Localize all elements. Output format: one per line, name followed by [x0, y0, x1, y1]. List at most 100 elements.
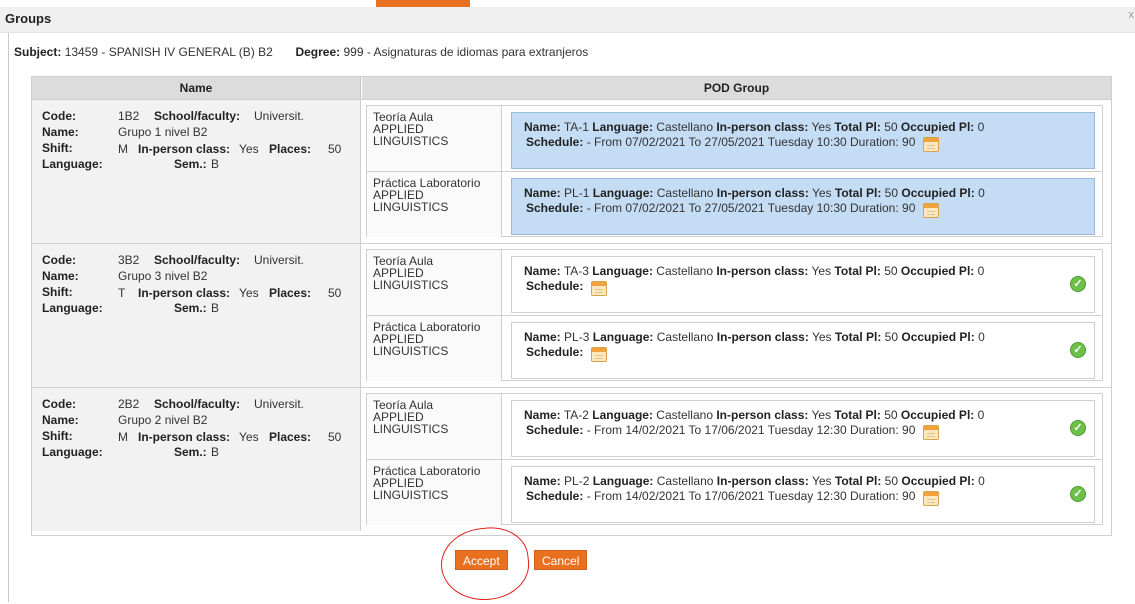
pod-row: Práctica Laboratorio APPLIED LINGUISTICS…: [367, 315, 1102, 381]
pod-group-option[interactable]: Name: PL-1 Language: Castellano In-perso…: [511, 178, 1095, 235]
pod-group-option[interactable]: Name: TA-3 Language: Castellano In-perso…: [511, 256, 1095, 313]
group-places: 50: [328, 142, 342, 156]
check-circle-icon[interactable]: ✓: [1070, 420, 1086, 436]
pod-total: 50: [884, 474, 899, 488]
pod-inperson: Yes: [811, 264, 832, 278]
group-row: Code: 1B2 School/faculty: Universit. Nam…: [32, 99, 1111, 243]
name-label: Name:: [42, 125, 79, 139]
pod-occupied: 0: [978, 474, 985, 488]
pod-info-line: Name: PL-2 Language: Castellano In-perso…: [524, 474, 985, 488]
pod-occupied-label: Occupied Pl:: [900, 120, 975, 134]
sem-label: Sem.:: [174, 301, 207, 315]
shift-label: Shift:: [42, 285, 73, 299]
inperson-label: In-person class:: [138, 142, 231, 156]
pod-type-cell: Teoría Aula APPLIED LINGUISTICS: [367, 394, 502, 459]
pod-info-line: Name: PL-1 Language: Castellano In-perso…: [524, 186, 985, 200]
pod-language-label: Language:: [592, 264, 653, 278]
pod-occupied-label: Occupied Pl:: [901, 186, 975, 200]
pod-group-option[interactable]: Name: TA-1 Language: Castellano In-perso…: [511, 112, 1095, 169]
inperson-label: In-person class:: [138, 430, 231, 444]
group-shift: T: [118, 286, 126, 300]
group-name: Grupo 2 nivel B2: [118, 413, 208, 427]
pod-row: Teoría Aula APPLIED LINGUISTICS Name: TA…: [367, 394, 1102, 459]
pod-inperson-label: In-person class:: [716, 330, 809, 344]
pod-total-label: Total Pl:: [834, 186, 882, 200]
pod-occupied-label: Occupied Pl:: [900, 408, 975, 422]
pod-inperson-label: In-person class:: [716, 408, 809, 422]
group-inperson: Yes: [239, 142, 259, 156]
pod-group-frame: Teoría Aula APPLIED LINGUISTICS Name: TA…: [366, 105, 1103, 237]
pod-row: Práctica Laboratorio APPLIED LINGUISTICS…: [367, 171, 1102, 237]
top-orange-tab[interactable]: [376, 0, 470, 7]
pod-type-dept-2: LINGUISTICS: [373, 488, 449, 502]
group-info-cell: Code: 2B2 School/faculty: Universit. Nam…: [32, 388, 361, 531]
pod-total: 50: [884, 330, 899, 344]
pod-type-cell: Teoría Aula APPLIED LINGUISTICS: [367, 250, 502, 315]
pod-name-label: Name:: [524, 186, 561, 200]
calendar-icon[interactable]: [922, 491, 939, 506]
pod-group-option[interactable]: Name: PL-2 Language: Castellano In-perso…: [511, 466, 1095, 523]
pod-group-cell: Teoría Aula APPLIED LINGUISTICS Name: TA…: [362, 388, 1111, 531]
group-code: 2B2: [118, 397, 140, 411]
column-header-pod-group: POD Group: [362, 77, 1111, 99]
check-circle-icon[interactable]: ✓: [1070, 342, 1086, 358]
pod-total-label: Total Pl:: [834, 408, 881, 422]
group-school: Universit.: [254, 397, 305, 411]
pod-total-label: Total Pl:: [834, 264, 881, 278]
pod-inperson: Yes: [811, 120, 832, 134]
pod-language: Castellano: [656, 186, 714, 200]
pod-inperson: Yes: [811, 330, 832, 344]
pod-schedule-line: Schedule:: [526, 345, 607, 362]
code-label: Code:: [42, 397, 76, 411]
group-school: Universit.: [254, 109, 305, 123]
pod-schedule: - From 07/02/2021 To 27/05/2021 Tuesday …: [586, 201, 916, 215]
pod-occupied: 0: [978, 330, 985, 344]
pod-info-line: Name: PL-3 Language: Castellano In-perso…: [524, 330, 985, 344]
calendar-icon[interactable]: [922, 203, 939, 218]
pod-language-label: Language:: [592, 186, 654, 200]
pod-row: Práctica Laboratorio APPLIED LINGUISTICS…: [367, 459, 1102, 525]
pod-language-label: Language:: [592, 330, 654, 344]
calendar-icon[interactable]: [922, 137, 939, 152]
places-label: Places:: [269, 286, 312, 300]
sem-label: Sem.:: [174, 157, 207, 171]
dialog-title: Groups: [5, 11, 52, 26]
close-icon[interactable]: x: [1129, 9, 1135, 21]
group-places: 50: [328, 286, 342, 300]
group-info-cell: Code: 1B2 School/faculty: Universit. Nam…: [32, 100, 361, 243]
places-label: Places:: [269, 430, 312, 444]
pod-total: 50: [884, 264, 898, 278]
school-label: School/faculty:: [154, 253, 241, 267]
inperson-label: In-person class:: [138, 286, 231, 300]
pod-total: 50: [884, 408, 898, 422]
name-label: Name:: [42, 269, 79, 283]
calendar-icon[interactable]: [590, 347, 607, 362]
cancel-button[interactable]: Cancel: [534, 550, 588, 570]
pod-occupied: 0: [977, 408, 985, 422]
pod-name: PL-3: [564, 330, 590, 344]
check-circle-icon[interactable]: ✓: [1070, 486, 1086, 502]
pod-name-label: Name:: [524, 264, 561, 278]
pod-row: Teoría Aula APPLIED LINGUISTICS Name: TA…: [367, 106, 1102, 171]
check-circle-icon[interactable]: ✓: [1070, 276, 1086, 292]
school-label: School/faculty:: [154, 397, 241, 411]
school-label: School/faculty:: [154, 109, 241, 123]
pod-group-option[interactable]: Name: PL-3 Language: Castellano In-perso…: [511, 322, 1095, 379]
pod-name: PL-1: [564, 186, 590, 200]
pod-info-line: Name: TA-2 Language: Castellano In-perso…: [524, 408, 984, 422]
calendar-icon[interactable]: [590, 281, 607, 296]
pod-inperson-label: In-person class:: [716, 186, 809, 200]
pod-name: TA-2: [563, 408, 589, 422]
group-row: Code: 3B2 School/faculty: Universit. Nam…: [32, 243, 1111, 387]
degree-label: Degree:: [295, 45, 341, 59]
pod-group-option[interactable]: Name: TA-2 Language: Castellano In-perso…: [511, 400, 1095, 457]
calendar-icon[interactable]: [922, 425, 939, 440]
pod-language-label: Language:: [592, 120, 653, 134]
group-name: Grupo 1 nivel B2: [118, 125, 208, 139]
sem-label: Sem.:: [174, 445, 207, 459]
groups-table: Name POD Group Code: 1B2 School/faculty:…: [31, 76, 1112, 536]
pod-schedule-label: Schedule:: [526, 201, 584, 215]
language-label: Language:: [42, 445, 103, 459]
pod-schedule-line: Schedule: - From 14/02/2021 To 17/06/202…: [526, 423, 939, 440]
pod-language: Castellano: [656, 408, 713, 422]
